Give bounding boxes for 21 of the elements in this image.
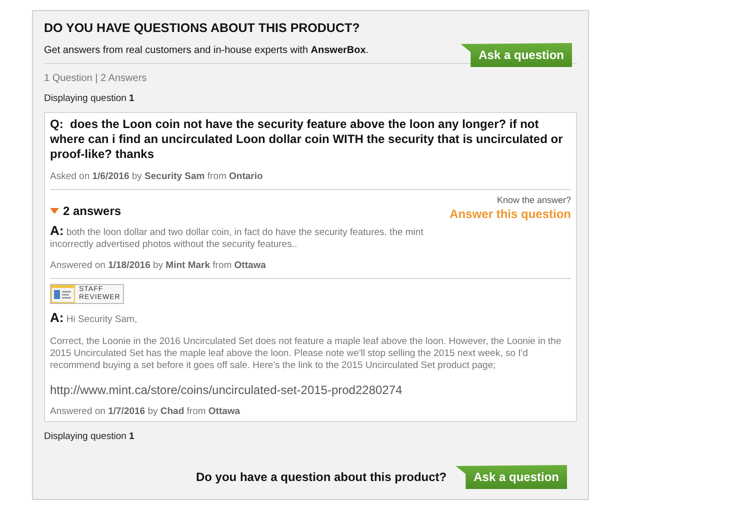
answers-toggle[interactable]: 2 answers: [50, 204, 122, 218]
answer-meta: Answered on 1/7/2016 by Chad from Ottawa: [50, 406, 242, 417]
displaying-text: Displaying question 1: [44, 431, 136, 442]
intro-text: Get answers from real customers and in-house experts with AnswerBox.: [44, 44, 369, 56]
id-card-icon: [51, 285, 75, 303]
answer-paragraph: Correct, the Loonie in the 2016 Uncirculated Set does not feature a maple leaf above the loon. However, the Loonie in the 2015 Uncirculated Set has the maple leaf above the loon. Please note we'll stop selling the 2015 next week, so I'd recommend buying a set before it goes off sale. Here's the link to the 2015 Uncirculated Set product page;: [50, 336, 562, 372]
answer-question-link[interactable]: Answer this question: [450, 207, 571, 221]
answer-meta: Answered on 1/18/2016 by Mint Mark from Ottawa: [50, 260, 267, 271]
question-meta: Asked on 1/6/2016 by Security Sam from Ontario: [50, 171, 264, 182]
product-link[interactable]: http://www.mint.ca/store/coins/uncirculated-set-2015-prod2280274: [50, 383, 571, 397]
question-count: 1 Question | 2 Answers: [44, 73, 148, 84]
section-title: DO YOU HAVE QUESTIONS ABOUT THIS PRODUCT?: [44, 21, 361, 35]
question-text: Q: does the Loon coin not have the security feature above the loon any longer? if not where can i find an uncirculated Loon dollar coin WITH the security that is uncirculated or proof-like? thanks: [50, 117, 564, 162]
answer-text: A: Hi Security Sam,: [50, 312, 138, 326]
answer-text: A: both the loon dollar and two dollar coin, in fact do have the security features. the mint incorrectly advertised photos without the security features..: [50, 225, 424, 251]
know-answer-text: Know the answer?: [496, 195, 571, 205]
ask-question-button[interactable]: Ask a question: [456, 465, 567, 489]
answers-count: 2 answers: [63, 204, 122, 218]
footer-prompt: Do you have a question about this product?: [196, 470, 447, 484]
displaying-text: Displaying question 1: [44, 93, 136, 104]
ask-question-button[interactable]: Ask a question: [460, 43, 572, 67]
